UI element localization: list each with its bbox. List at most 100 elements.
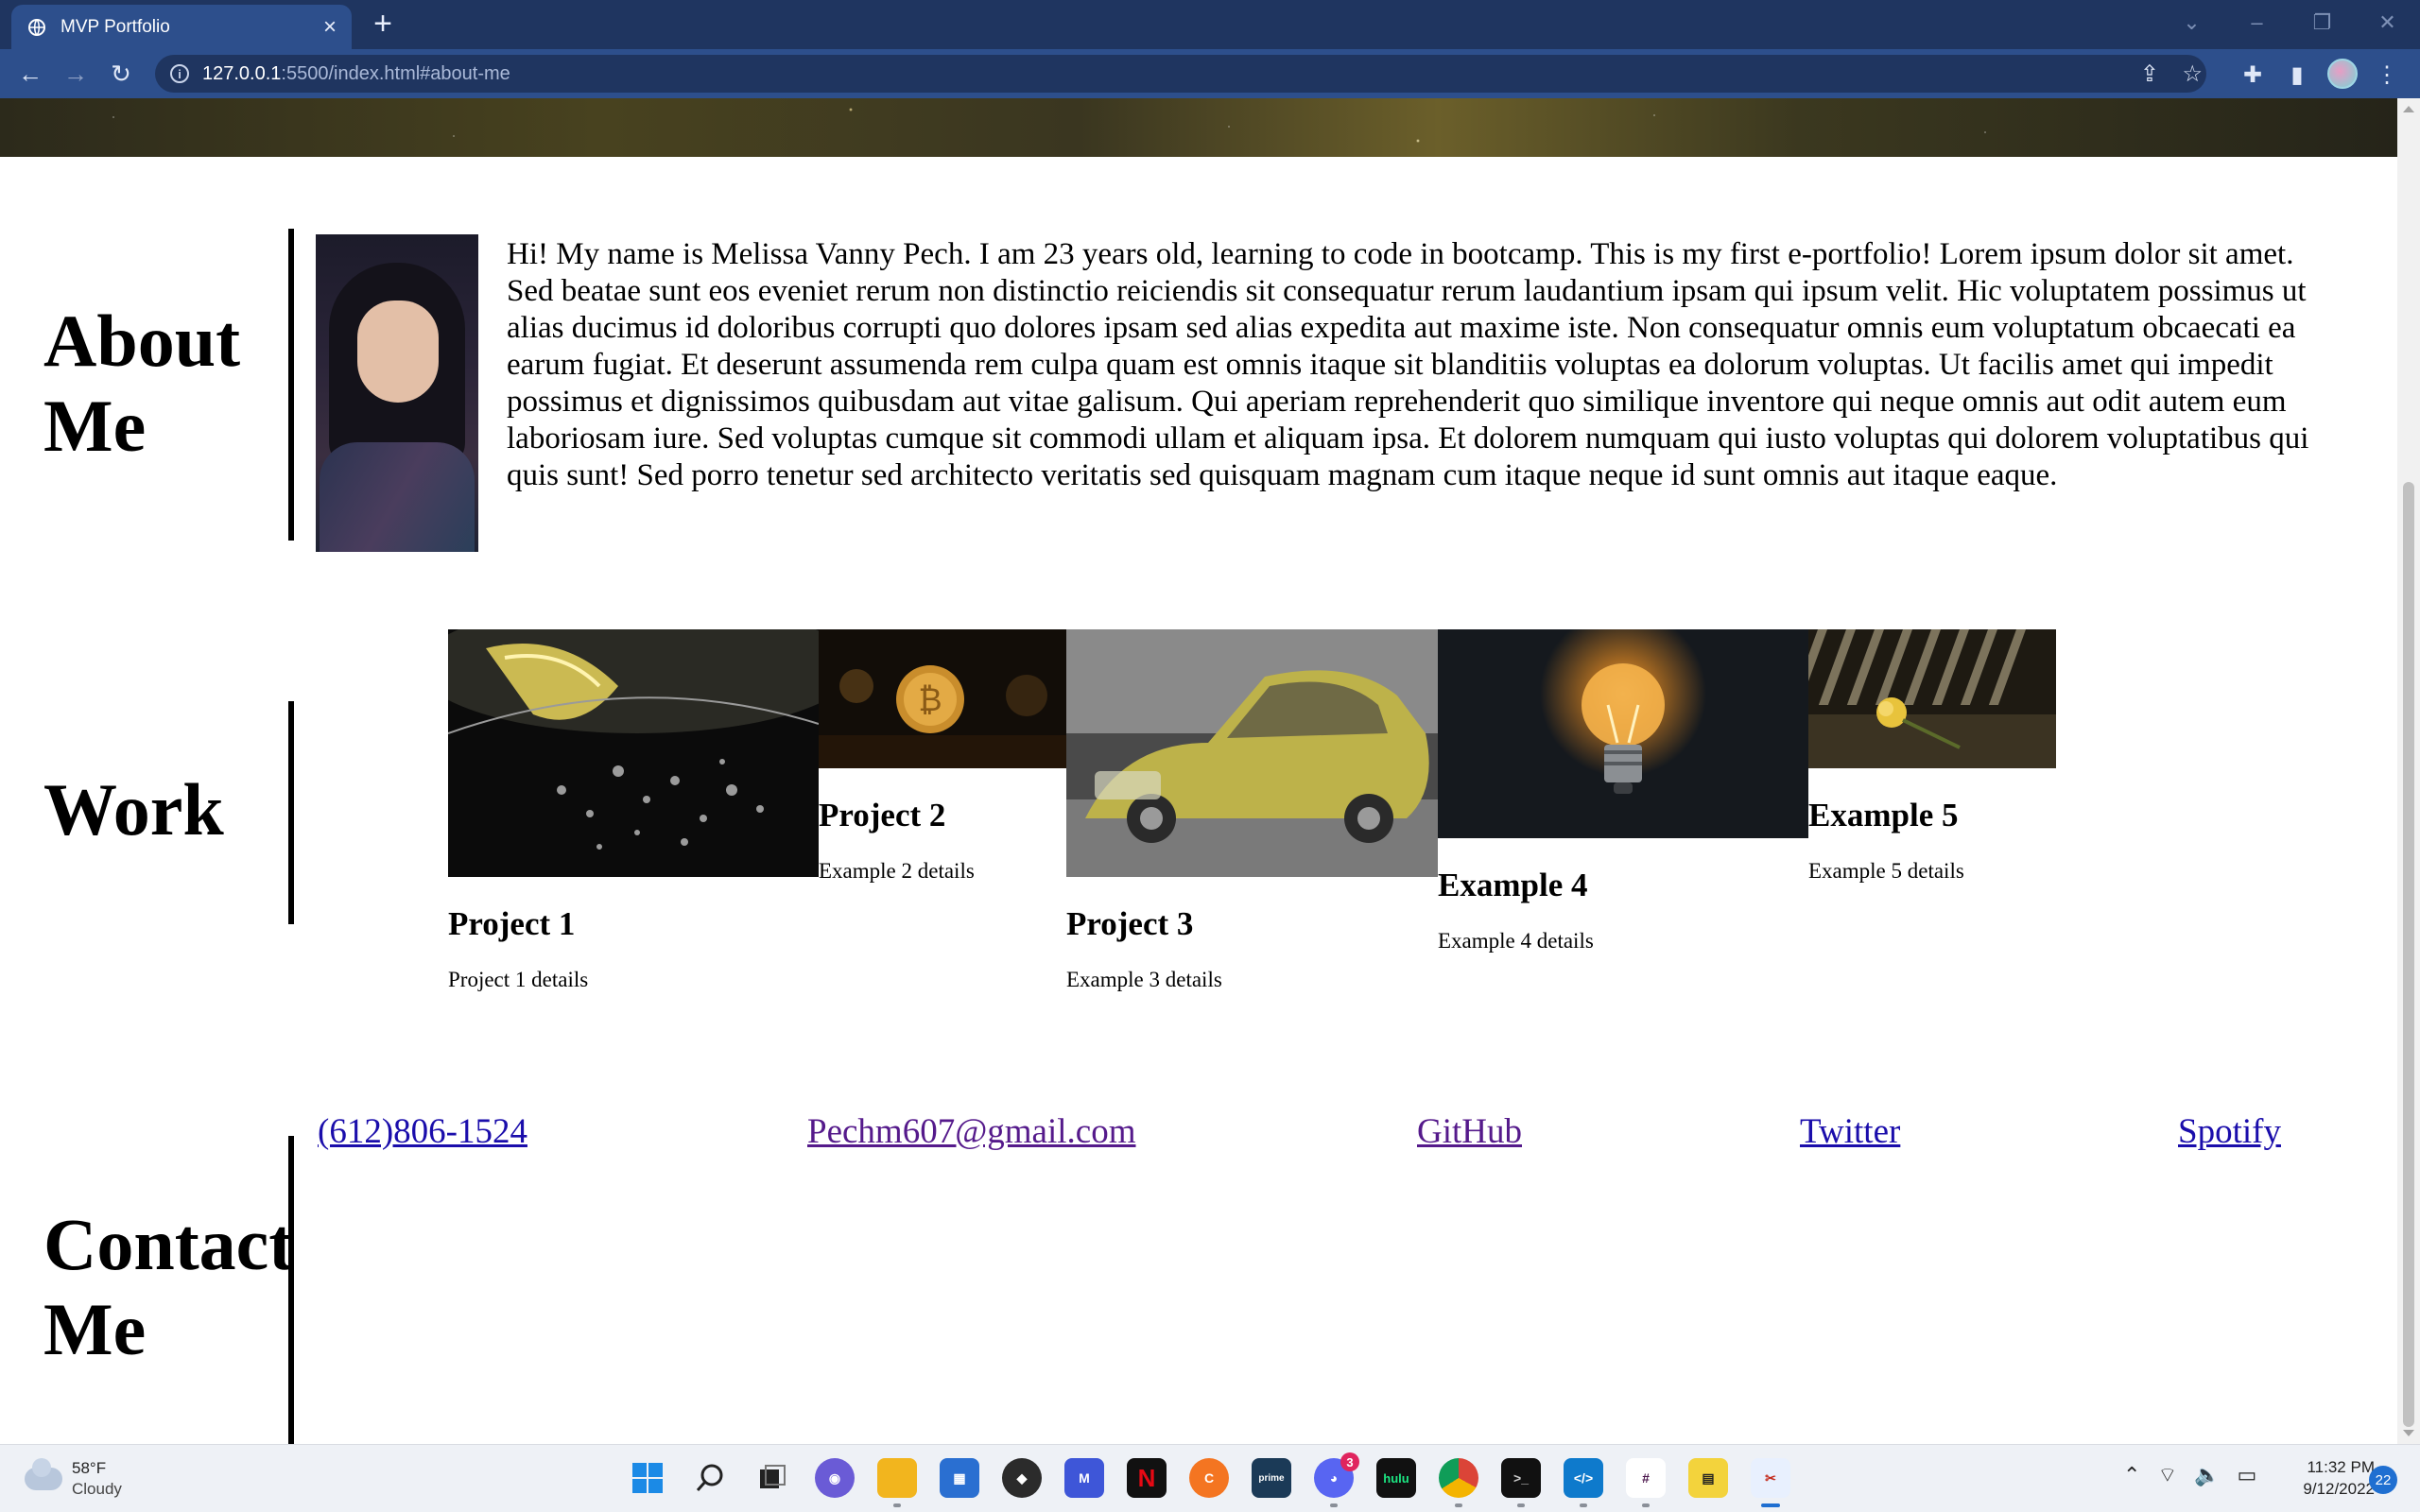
volume-icon[interactable]: 🔈 <box>2194 1463 2220 1487</box>
system-clock[interactable]: 11:32 PM 9/12/2022 <box>2276 1456 2375 1500</box>
example-5-details: Example 5 details <box>1808 859 1964 883</box>
wifi-icon[interactable]: ⌔ <box>2157 1462 2177 1488</box>
browser-tab-strip: MVP Portfolio × + ⌄ – ❐ ✕ <box>0 0 2420 49</box>
page-scrollbar[interactable] <box>2397 98 2420 1444</box>
vscode-icon[interactable]: </> <box>1564 1458 1603 1507</box>
search-icon[interactable] <box>690 1458 730 1498</box>
scroll-up-icon[interactable] <box>2403 106 2414 112</box>
contact-divider <box>288 1136 294 1444</box>
project-1-title: Project 1 <box>448 905 576 942</box>
example-5-image <box>1808 629 2056 768</box>
project-1-image <box>448 629 819 877</box>
hulu-icon[interactable]: hulu <box>1376 1458 1416 1498</box>
microsoft-store-icon[interactable]: ▦ <box>940 1458 979 1498</box>
reload-icon[interactable]: ↻ <box>104 57 138 91</box>
work-card-4[interactable]: Example 4 Example 4 details <box>1438 629 1808 954</box>
work-card-2[interactable]: ₿ Project 2 Example 2 details <box>819 629 1066 884</box>
scroll-down-icon[interactable] <box>2403 1430 2414 1436</box>
weather-widget[interactable]: 58°F Cloudy <box>25 1458 122 1500</box>
site-info-icon[interactable]: i <box>170 64 189 83</box>
side-panel-icon[interactable]: ▮ <box>2283 60 2311 89</box>
project-1-details: Project 1 details <box>448 968 589 991</box>
crunchyroll-icon[interactable]: C <box>1189 1458 1229 1498</box>
about-divider <box>288 229 294 541</box>
github-link[interactable]: GitHub <box>1417 1111 1522 1152</box>
unity-icon[interactable]: ◆ <box>1002 1458 1042 1498</box>
prime-video-icon[interactable]: prime <box>1252 1458 1291 1498</box>
weather-condition: Cloudy <box>72 1480 122 1498</box>
visual-studio-icon[interactable]: M <box>1064 1458 1104 1498</box>
work-heading: Work <box>43 768 224 850</box>
profile-avatar[interactable] <box>2327 59 2358 89</box>
discord-icon[interactable]: ◕ 3 <box>1314 1452 1359 1507</box>
url-host: 127.0.0.1 <box>202 62 282 84</box>
windows-taskbar: 58°F Cloudy ◉ ▦ ◆ M N C prime ◕ 3 hulu >_… <box>0 1444 2420 1512</box>
taskbar-apps: ◉ ▦ ◆ M N C prime ◕ 3 hulu >_ </> # ▤ ✂ <box>628 1452 1790 1507</box>
chrome-icon[interactable] <box>1439 1458 1478 1507</box>
close-window-icon[interactable]: ✕ <box>2355 0 2420 45</box>
project-2-details: Example 2 details <box>819 859 975 883</box>
netflix-icon[interactable]: N <box>1127 1458 1167 1498</box>
forward-arrow-icon[interactable]: → <box>59 57 93 91</box>
example-4-details: Example 4 details <box>1438 929 1594 953</box>
project-2-title: Project 2 <box>819 797 946 833</box>
project-3-details: Example 3 details <box>1066 968 1222 991</box>
example-4-title: Example 4 <box>1438 867 1588 903</box>
contact-title-line1: Contact <box>43 1203 294 1285</box>
restore-icon[interactable]: ❐ <box>2290 0 2355 45</box>
tab-title: MVP Portfolio <box>60 16 170 37</box>
url-path: :5500/index.html#about-me <box>281 62 510 84</box>
clock-time: 11:32 PM <box>2307 1458 2375 1476</box>
browser-tab-active[interactable]: MVP Portfolio × <box>11 5 352 49</box>
chevron-up-icon[interactable]: ⌃ <box>2123 1463 2140 1487</box>
file-explorer-icon[interactable] <box>877 1458 917 1507</box>
work-divider <box>288 701 294 924</box>
page-viewport: About Me Hi! My name is Melissa Vanny Pe… <box>0 98 2397 1444</box>
work-card-3[interactable]: Project 3 Example 3 details <box>1066 629 1438 992</box>
slack-icon[interactable]: # <box>1626 1458 1666 1507</box>
example-4-image <box>1438 629 1808 838</box>
back-arrow-icon[interactable]: ← <box>13 57 47 91</box>
share-icon[interactable]: ⇪ <box>2140 60 2159 88</box>
scrollbar-thumb[interactable] <box>2403 482 2414 1427</box>
browser-menu-icon[interactable]: ⋮ <box>2373 60 2401 89</box>
sticky-notes-icon[interactable]: ▤ <box>1688 1458 1728 1498</box>
about-title-line1: About <box>43 300 241 382</box>
start-windows-icon[interactable] <box>628 1458 667 1498</box>
project-3-image <box>1066 629 1438 877</box>
about-me-heading: About Me <box>43 299 240 469</box>
email-link[interactable]: Pechm607@gmail.com <box>807 1111 1136 1152</box>
close-tab-icon[interactable]: × <box>323 15 337 39</box>
globe-icon <box>26 17 47 38</box>
example-5-title: Example 5 <box>1808 797 1959 833</box>
task-view-icon[interactable] <box>752 1458 792 1498</box>
teams-chat-icon[interactable]: ◉ <box>815 1458 855 1498</box>
address-bar[interactable]: i 127.0.0.1:5500/index.html#about-me ⇪ ☆ <box>155 55 2206 93</box>
contact-title-line2: Me <box>43 1288 147 1370</box>
new-tab-button[interactable]: + <box>367 8 399 40</box>
work-card-5[interactable]: Example 5 Example 5 details <box>1808 629 2056 884</box>
work-card-1[interactable]: Project 1 Project 1 details <box>448 629 819 992</box>
notification-badge[interactable]: 22 <box>2369 1466 2397 1494</box>
project-2-image: ₿ <box>819 629 1066 768</box>
profile-photo <box>316 234 478 552</box>
tab-search-icon[interactable]: ⌄ <box>2159 0 2224 45</box>
clock-date: 9/12/2022 <box>2303 1480 2375 1498</box>
terminal-icon[interactable]: >_ <box>1501 1458 1541 1507</box>
twitter-link[interactable]: Twitter <box>1800 1111 1900 1152</box>
contact-me-heading: Contact Me <box>43 1202 293 1372</box>
bookmark-star-icon[interactable]: ☆ <box>2182 60 2203 88</box>
discord-badge: 3 <box>1340 1452 1359 1471</box>
svg-text:₿: ₿ <box>918 681 942 719</box>
window-controls: ⌄ – ❐ ✕ <box>2159 0 2420 45</box>
minimize-icon[interactable]: – <box>2224 0 2290 45</box>
battery-icon[interactable]: ▭ <box>2238 1463 2257 1487</box>
system-tray: ⌃ ⌔ 🔈 ▭ <box>2123 1462 2256 1488</box>
about-paragraph: Hi! My name is Melissa Vanny Pech. I am … <box>507 237 2309 492</box>
phone-link[interactable]: (612)806-1524 <box>318 1111 527 1152</box>
browser-toolbar: ← → ↻ i 127.0.0.1:5500/index.html#about-… <box>0 49 2420 98</box>
extensions-puzzle-icon[interactable]: ✚ <box>2238 60 2267 89</box>
snipping-tool-icon[interactable]: ✂ <box>1751 1458 1790 1507</box>
project-3-title: Project 3 <box>1066 905 1194 942</box>
spotify-link[interactable]: Spotify <box>2178 1111 2281 1152</box>
